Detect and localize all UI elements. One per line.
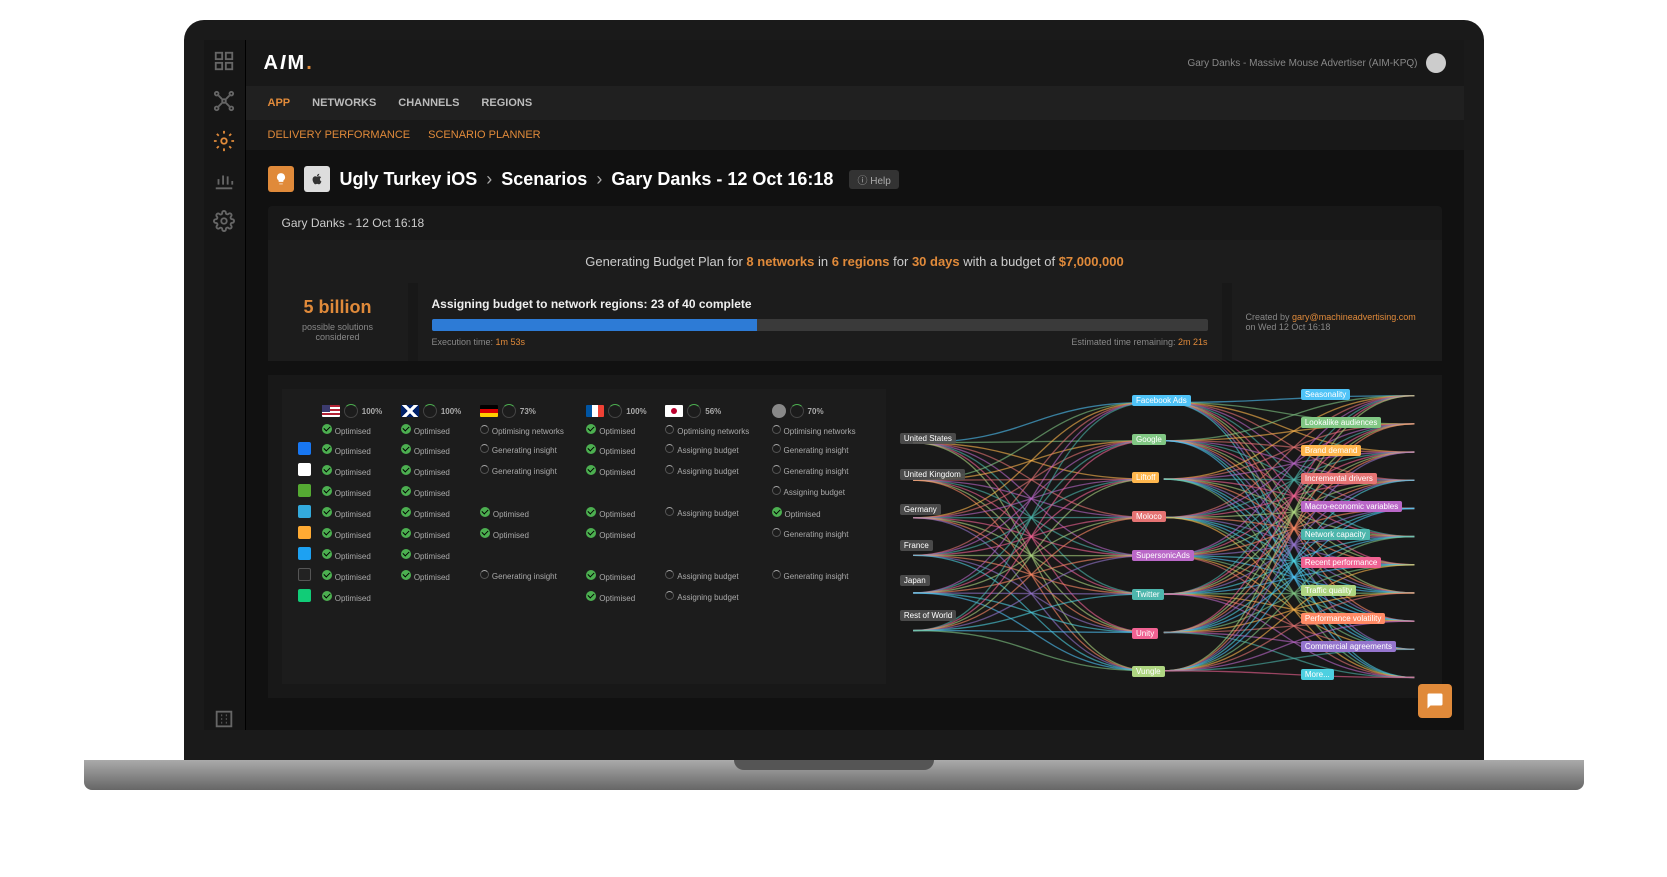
panel-title: Gary Danks - 12 Oct 16:18 [268, 206, 1442, 240]
logo: AIM. [264, 52, 314, 75]
sub-nav: DELIVERY PERFORMANCE SCENARIO PLANNER [246, 120, 1464, 150]
bc-appname[interactable]: Ugly Turkey iOS [340, 169, 478, 189]
settings-icon[interactable] [213, 210, 235, 232]
status-matrix: 100%100%73%100%56%70%OptimisedOptimisedO… [282, 389, 886, 684]
breadcrumb: Ugly Turkey iOS › Scenarios › Gary Danks… [268, 166, 1442, 192]
chart-icon[interactable] [213, 170, 235, 192]
solutions-counter: 5 billion possible solutions considered [268, 283, 408, 361]
gear-icon[interactable] [213, 130, 235, 152]
bc-section[interactable]: Scenarios [501, 169, 587, 189]
nav-regions[interactable]: REGIONS [481, 97, 532, 109]
lightbulb-icon [268, 166, 294, 192]
user-info[interactable]: Gary Danks - Massive Mouse Advertiser (A… [1187, 53, 1445, 73]
sankey-diagram: United StatesUnited KingdomGermanyFrance… [900, 389, 1428, 684]
sidebar-iconbar [204, 40, 246, 730]
subnav-delivery[interactable]: DELIVERY PERFORMANCE [268, 129, 411, 141]
progress-panel: Assigning budget to network regions: 23 … [418, 283, 1222, 361]
user-label: Gary Danks - Massive Mouse Advertiser (A… [1187, 58, 1417, 69]
subnav-scenario[interactable]: SCENARIO PLANNER [428, 129, 540, 141]
generating-banner: Generating Budget Plan for 8 networks in… [268, 240, 1442, 283]
network-icon[interactable] [213, 90, 235, 112]
avatar[interactable] [1426, 53, 1446, 73]
nav-app[interactable]: APP [268, 97, 291, 109]
chat-button[interactable] [1418, 684, 1452, 718]
help-button[interactable]: ⓘ Help [849, 170, 898, 189]
apple-icon [304, 166, 330, 192]
progress-bar [432, 319, 1208, 331]
building-icon[interactable] [213, 708, 235, 730]
dashboard-icon[interactable] [213, 50, 235, 72]
bc-item: Gary Danks - 12 Oct 16:18 [611, 169, 833, 189]
created-by: Created by gary@machineadvertising.com o… [1232, 283, 1442, 361]
main-nav: APP NETWORKS CHANNELS REGIONS [246, 86, 1464, 120]
topbar: AIM. Gary Danks - Massive Mouse Advertis… [246, 40, 1464, 86]
creator-link[interactable]: gary@machineadvertising.com [1292, 312, 1416, 322]
nav-channels[interactable]: CHANNELS [398, 97, 459, 109]
nav-networks[interactable]: NETWORKS [312, 97, 376, 109]
